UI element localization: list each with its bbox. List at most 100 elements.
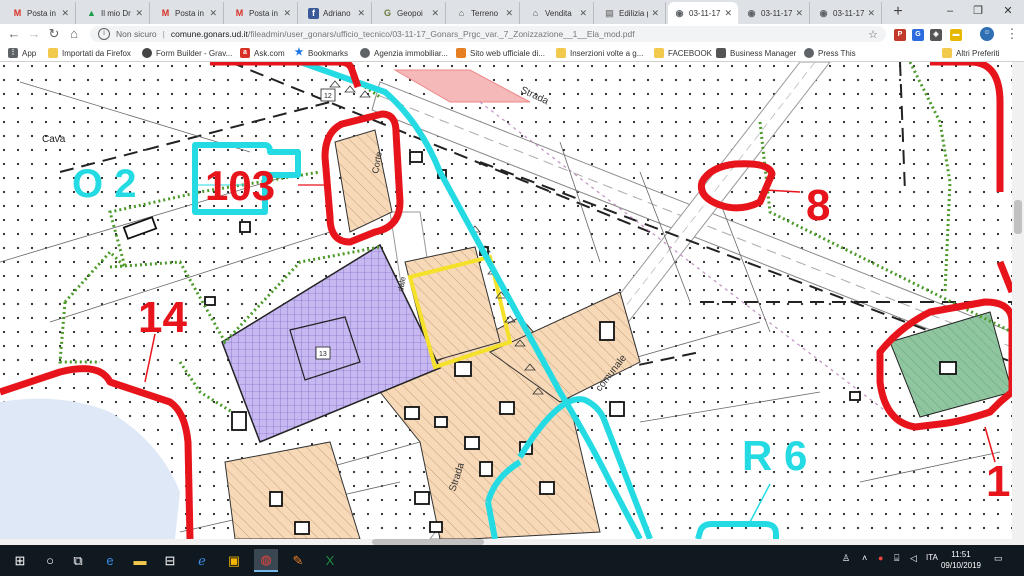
avatar[interactable]: ☺ (980, 27, 994, 41)
tab-8[interactable]: ▤ Edilizia p ✕ (598, 2, 666, 24)
tab-11[interactable]: ◉ 03-11-17 ✕ (812, 2, 882, 24)
folder-icon (942, 48, 952, 58)
zone-8-label: 8 (806, 181, 830, 230)
language-indicator[interactable]: ITA (926, 553, 938, 562)
excel-icon[interactable]: X (318, 549, 342, 572)
people-icon[interactable]: ♙ (842, 553, 850, 564)
tab-6[interactable]: ⌂ Terreno ✕ (450, 2, 520, 24)
tab-3[interactable]: M Posta in a ✕ (228, 2, 298, 24)
tab-label: Edilizia p (619, 8, 649, 18)
tab-0[interactable]: M Posta in a ✕ (6, 2, 76, 24)
ie-icon[interactable]: ℯ (190, 549, 214, 572)
notifications-icon[interactable]: ▭ (994, 553, 1003, 564)
pdf-viewer[interactable]: 13 Cava O 2 103 8 14 R 6 1 Corte Strada … (0, 62, 1024, 539)
form-icon (142, 48, 152, 58)
clock-time: 11:51 (951, 550, 971, 559)
close-icon[interactable]: ✕ (579, 8, 587, 19)
search-icon[interactable]: ○ (38, 549, 62, 572)
tab-2[interactable]: M Posta in a ✕ (154, 2, 224, 24)
close-icon[interactable]: ✕ (724, 8, 732, 19)
paint-icon[interactable]: ✎ (286, 549, 310, 572)
unknown-app-icon[interactable]: ▣ (222, 549, 246, 572)
windows-taskbar: ⊞ ○ ⧉ e ▬ ⊟ ℯ ▣ ◍ ✎ X ♙ ˄ ● ⌸ ◁ ITA 11:5… (0, 545, 1024, 576)
task-view-icon[interactable]: ⧉ (66, 549, 90, 572)
close-icon[interactable]: ✕ (357, 8, 365, 19)
bookmark-facebook[interactable]: FACEBOOK (654, 47, 712, 59)
chevron-up-icon[interactable]: ˄ (862, 553, 867, 563)
bookmark-star-icon[interactable]: ☆ (868, 28, 878, 41)
home-icon[interactable]: ⌂ (66, 26, 82, 42)
notes-extension-icon[interactable]: ▬ (950, 29, 962, 41)
volume-icon[interactable]: ◁ (910, 553, 917, 564)
bookmark-form-builder[interactable]: Form Builder - Grav... (142, 47, 232, 59)
system-clock[interactable]: 11:51 09/10/2019 (938, 549, 984, 571)
maximize-button[interactable]: ❐ (968, 2, 988, 20)
store-icon[interactable]: ⊟ (158, 549, 182, 572)
zoning-map[interactable]: 13 Cava O 2 103 8 14 R 6 1 Corte Strada … (0, 62, 1012, 539)
pdf-extension-icon[interactable]: P (894, 29, 906, 41)
tab-strip: M Posta in a ✕ ▲ Il mio Dr ✕ M Posta in … (0, 0, 1024, 24)
profile-extension-icon[interactable]: G (912, 29, 924, 41)
bookmark-firefox-folder[interactable]: Importati da Firefox (48, 47, 131, 59)
bookmark-bookmarks[interactable]: ★ Bookmarks (294, 47, 349, 59)
file-explorer-icon[interactable]: ▬ (128, 549, 152, 572)
globe-icon (360, 48, 370, 58)
bookmark-label: Form Builder - Grav... (156, 48, 233, 58)
business-icon (716, 48, 726, 58)
network-icon[interactable]: ⌸ (894, 553, 899, 564)
forward-arrow-icon[interactable]: → (26, 26, 42, 42)
minimize-button[interactable]: – (940, 2, 960, 20)
page-icon: ▤ (605, 7, 614, 18)
close-icon[interactable]: ✕ (209, 8, 217, 19)
bookmark-apps[interactable]: ⋮ App (8, 47, 36, 59)
tab-1[interactable]: ▲ Il mio Dr ✕ (80, 2, 150, 24)
chrome-icon[interactable]: ◍ (254, 549, 278, 572)
tab-10[interactable]: ◉ 03-11-17 ✕ (740, 2, 810, 24)
vertical-scrollbar[interactable] (1012, 62, 1024, 539)
back-arrow-icon[interactable]: ← (6, 26, 22, 42)
windows-start-icon[interactable]: ⊞ (8, 549, 32, 572)
bookmark-press-this[interactable]: Press This (804, 47, 856, 59)
gmail-icon: M (235, 8, 244, 18)
menu-icon[interactable]: ⋮ (1004, 26, 1020, 42)
bookmark-agenzia[interactable]: Agenzia immobiliar... (360, 47, 448, 59)
close-icon[interactable]: ✕ (505, 8, 513, 19)
drive-icon: ▲ (87, 8, 96, 18)
close-icon[interactable]: ✕ (867, 8, 875, 19)
home-icon: ⌂ (532, 8, 539, 18)
close-window-button[interactable]: ✕ (998, 2, 1018, 20)
vertical-scroll-thumb[interactable] (1014, 200, 1022, 234)
lot-13-label: 13 (319, 351, 327, 358)
bookmark-label: Importati da Firefox (62, 48, 131, 58)
close-icon[interactable]: ✕ (431, 8, 439, 19)
bookmark-inserzioni[interactable]: Inserzioni volte a g... (556, 47, 643, 59)
tab-label: 03-11-17 (761, 8, 793, 18)
geopoi-icon: G (383, 8, 391, 18)
edge-icon[interactable]: e (98, 549, 122, 572)
tray-app-icon[interactable]: ● (878, 553, 883, 563)
folder-icon (48, 48, 58, 58)
close-icon[interactable]: ✕ (283, 8, 291, 19)
bookmark-sito-web[interactable]: Sito web ufficiale di... (456, 47, 545, 59)
bookmark-other-folder[interactable]: Altri Preferiti (942, 47, 1000, 59)
tab-4[interactable]: f Adriano ✕ (302, 2, 372, 24)
reload-icon[interactable]: ↻ (46, 26, 62, 42)
zone-r6-label: R 6 (742, 432, 807, 479)
close-icon[interactable]: ✕ (651, 8, 659, 19)
info-icon[interactable]: i (98, 28, 110, 40)
new-tab-button[interactable]: + (889, 3, 907, 21)
tab-7[interactable]: ⌂ Vendita ✕ (524, 2, 594, 24)
tab-5[interactable]: G Geopoi ✕ (376, 2, 446, 24)
tab-9-active[interactable]: ◉ 03-11-17 ✕ (668, 2, 738, 24)
bookmark-ask[interactable]: a Ask.com (240, 47, 285, 59)
tab-label: Posta in a (249, 8, 280, 18)
bookmark-label: Altri Preferiti (956, 48, 1000, 58)
bookmark-business-manager[interactable]: Business Manager (716, 47, 796, 59)
gmail-icon: M (161, 8, 170, 18)
close-icon[interactable]: ✕ (61, 8, 69, 19)
zone-o2-label: O 2 (72, 162, 136, 206)
shield-extension-icon[interactable]: ◈ (930, 29, 942, 41)
close-icon[interactable]: ✕ (795, 8, 803, 19)
address-bar[interactable]: i Non sicuro | comune.gonars.ud.it /file… (90, 26, 886, 42)
close-icon[interactable]: ✕ (135, 8, 143, 19)
